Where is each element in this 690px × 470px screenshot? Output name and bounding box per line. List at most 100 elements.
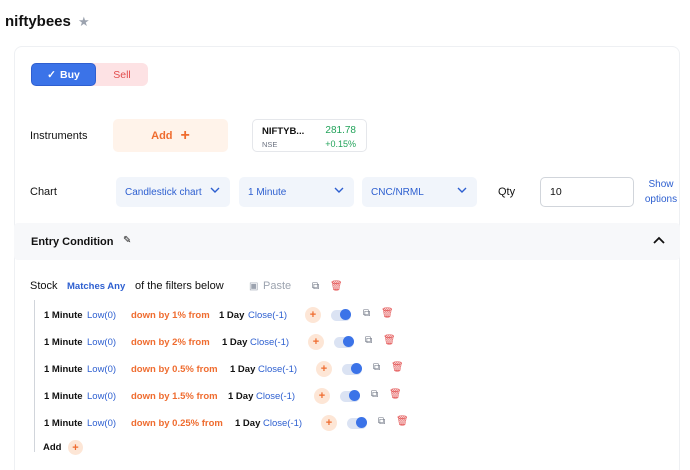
condition-left[interactable]: Low(0)	[87, 337, 116, 348]
match-mode-select[interactable]: Matches Any	[67, 281, 125, 292]
add-instrument-label: Add	[151, 129, 173, 142]
entry-condition-title: Entry Condition	[31, 236, 114, 248]
condition-right[interactable]: Close(-1)	[248, 310, 287, 321]
toggle-knob	[349, 390, 360, 401]
copy-icon[interactable]: ⧉	[378, 416, 385, 427]
condition-interval[interactable]: 1 Minute	[44, 364, 83, 375]
clipboard-icon[interactable]: ▣	[249, 281, 258, 292]
condition-period[interactable]: 1 Day	[228, 391, 253, 402]
condition-cell: 1 Minute	[44, 334, 83, 350]
add-condition-button[interactable]: +	[68, 440, 83, 455]
condition-right[interactable]: Close(-1)	[256, 391, 295, 402]
chart-type-select[interactable]: Candlestick chart	[116, 177, 230, 207]
condition-cell: 1 Minute	[44, 307, 83, 323]
copy-icon[interactable]: ⧉	[371, 389, 378, 400]
condition-cell: Low(0)	[87, 307, 116, 323]
buy-button[interactable]: ✓ Buy	[31, 63, 96, 86]
add-subcondition-button[interactable]: +	[314, 388, 330, 404]
condition-cell: Close(-1)	[258, 361, 297, 377]
star-icon[interactable]: ★	[78, 14, 90, 30]
page-title: niftybees	[5, 13, 71, 30]
condition-left[interactable]: Low(0)	[87, 364, 116, 375]
sell-button[interactable]: Sell	[88, 63, 148, 86]
instrument-change: +0.15%	[325, 139, 356, 149]
condition-cell: 1 Minute	[44, 388, 83, 404]
condition-interval[interactable]: 1 Minute	[44, 391, 83, 402]
copy-icon[interactable]: ⧉	[365, 335, 372, 346]
condition-cell: Close(-1)	[256, 388, 295, 404]
condition-cell: Low(0)	[87, 388, 116, 404]
chevron-down-icon	[457, 187, 467, 193]
add-subcondition-button[interactable]: +	[321, 415, 337, 431]
condition-left[interactable]: Low(0)	[87, 310, 116, 321]
condition-op[interactable]: down by 1% from	[131, 310, 210, 321]
add-instrument-button[interactable]: Add +	[113, 119, 228, 152]
copy-icon[interactable]: ⧉	[363, 308, 370, 319]
condition-toggle[interactable]	[331, 309, 351, 321]
condition-cell: Close(-1)	[248, 307, 287, 323]
instrument-price: 281.78	[325, 125, 356, 136]
condition-right[interactable]: Close(-1)	[258, 364, 297, 375]
trash-icon[interactable]: 🗑	[383, 335, 396, 346]
condition-toggle[interactable]	[334, 336, 354, 348]
paste-button[interactable]: Paste	[263, 280, 291, 292]
buy-label: Buy	[59, 68, 80, 81]
trash-icon[interactable]: 🗑	[389, 389, 402, 400]
instrument-chip[interactable]: NIFTYB... NSE 281.78 +0.15%	[252, 119, 367, 152]
stock-label: Stock	[30, 280, 58, 292]
condition-op[interactable]: down by 0.5% from	[131, 364, 218, 375]
add-subcondition-button[interactable]: +	[308, 334, 324, 350]
add-subcondition-button[interactable]: +	[305, 307, 321, 323]
condition-right[interactable]: Close(-1)	[263, 418, 302, 429]
product-value: CNC/NRML	[371, 186, 424, 198]
trash-icon[interactable]: 🗑	[396, 416, 409, 427]
trash-icon[interactable]: 🗑	[391, 362, 404, 373]
show-options-link[interactable]: Show options	[640, 177, 682, 207]
condition-period[interactable]: 1 Day	[235, 418, 260, 429]
pencil-icon[interactable]: ✎	[123, 235, 131, 246]
condition-cell: down by 0.25% from	[131, 415, 223, 431]
condition-cell: 1 Day	[230, 361, 255, 377]
condition-period[interactable]: 1 Day	[230, 364, 255, 375]
interval-select[interactable]: 1 Minute	[239, 177, 354, 207]
toggle-knob	[351, 363, 362, 374]
condition-interval[interactable]: 1 Minute	[44, 310, 83, 321]
condition-op[interactable]: down by 1.5% from	[131, 391, 218, 402]
condition-cell: Low(0)	[87, 334, 116, 350]
chevron-up-icon[interactable]	[652, 234, 666, 248]
copy-icon[interactable]: ⧉	[312, 281, 319, 292]
chart-label: Chart	[30, 186, 57, 198]
add-subcondition-button[interactable]: +	[316, 361, 332, 377]
toggle-knob	[356, 417, 367, 428]
instrument-symbol: NIFTYB...	[262, 126, 305, 137]
entry-condition-header[interactable]: Entry Condition ✎	[14, 223, 680, 260]
condition-cell: 1 Day	[228, 388, 253, 404]
condition-cell: 1 Minute	[44, 415, 83, 431]
condition-right[interactable]: Close(-1)	[250, 337, 289, 348]
condition-cell: down by 2% from	[131, 334, 210, 350]
chevron-down-icon	[210, 187, 220, 193]
condition-op[interactable]: down by 0.25% from	[131, 418, 223, 429]
condition-op[interactable]: down by 2% from	[131, 337, 210, 348]
condition-left[interactable]: Low(0)	[87, 418, 116, 429]
condition-toggle[interactable]	[342, 363, 362, 375]
condition-interval[interactable]: 1 Minute	[44, 418, 83, 429]
trash-icon[interactable]: 🗑	[330, 281, 343, 292]
condition-cell: Close(-1)	[250, 334, 289, 350]
condition-period[interactable]: 1 Day	[222, 337, 247, 348]
trash-icon[interactable]: 🗑	[381, 308, 394, 319]
condition-cell: 1 Day	[222, 334, 247, 350]
toggle-knob	[340, 309, 351, 320]
condition-cell: down by 1.5% from	[131, 388, 218, 404]
condition-left[interactable]: Low(0)	[87, 391, 116, 402]
product-select[interactable]: CNC/NRML	[362, 177, 477, 207]
condition-interval[interactable]: 1 Minute	[44, 337, 83, 348]
condition-period[interactable]: 1 Day	[219, 310, 244, 321]
condition-toggle[interactable]	[347, 417, 367, 429]
condition-toggle[interactable]	[340, 390, 360, 402]
instruments-label: Instruments	[30, 130, 88, 142]
condition-cell: 1 Day	[235, 415, 260, 431]
qty-input[interactable]: 10	[540, 177, 634, 207]
chart-type-value: Candlestick chart	[125, 186, 202, 198]
copy-icon[interactable]: ⧉	[373, 362, 380, 373]
